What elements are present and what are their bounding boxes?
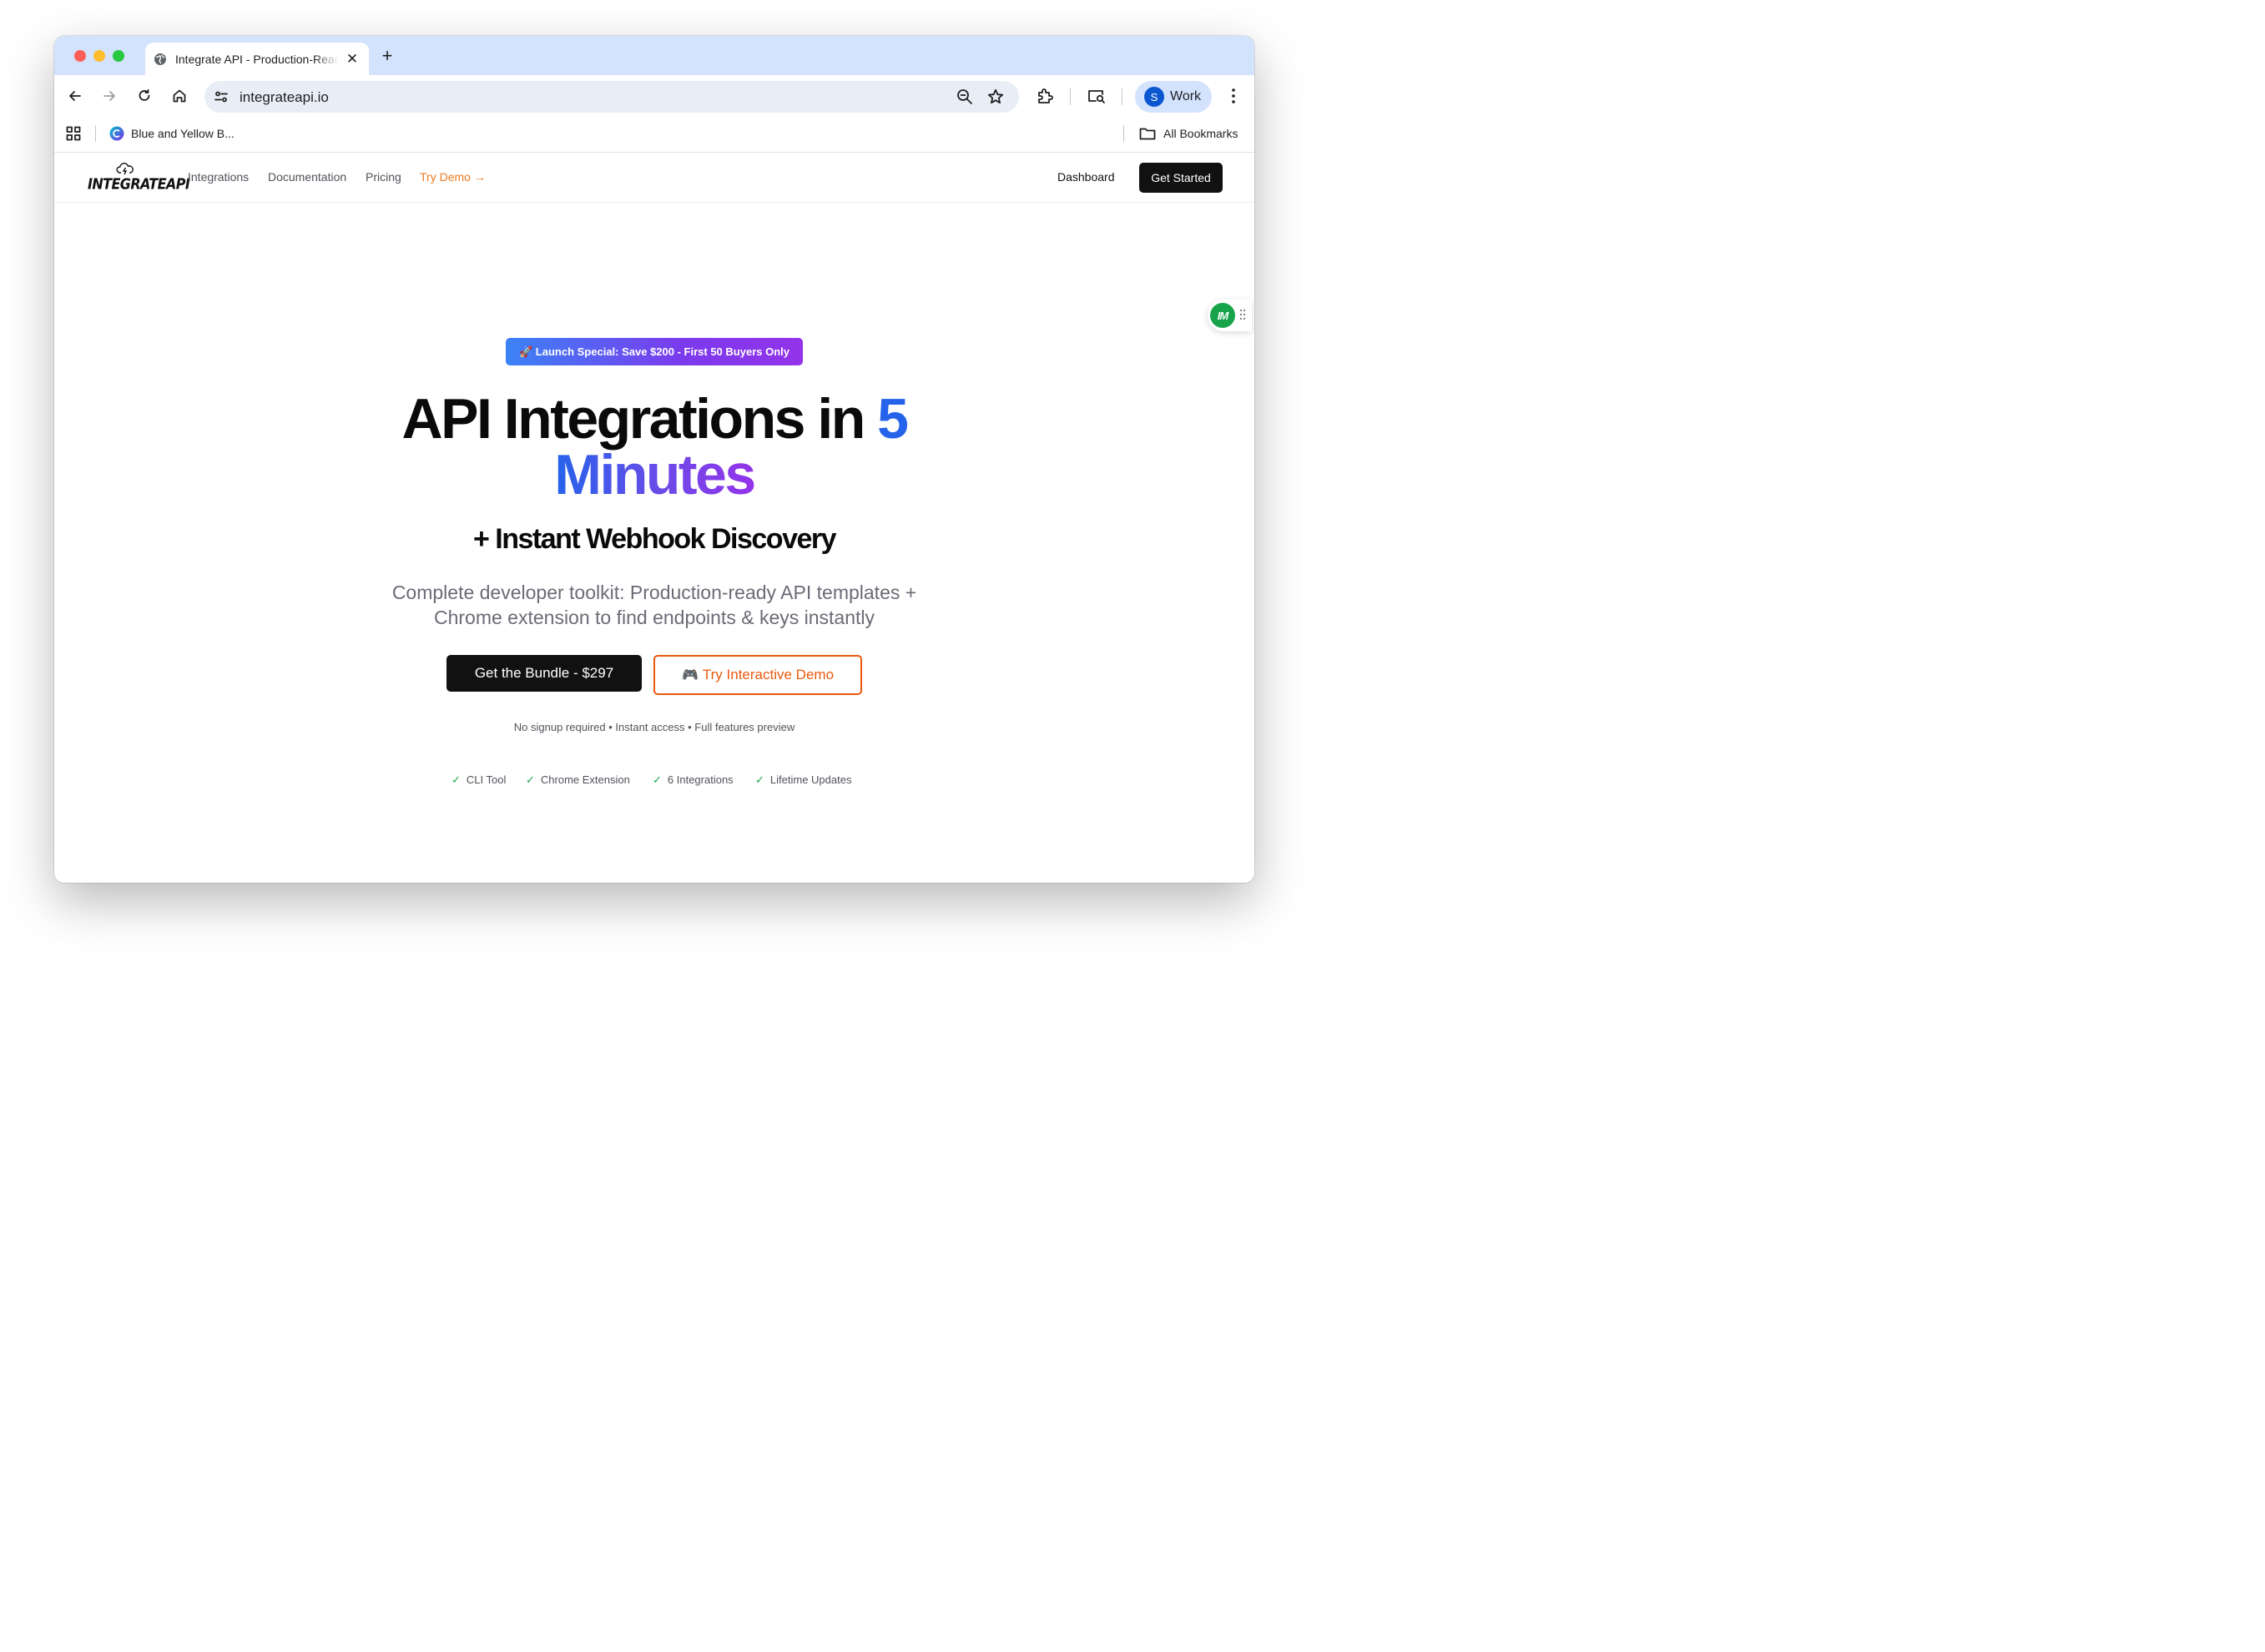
feature-item: ✓ Lifetime Updates <box>755 773 851 787</box>
new-tab-icon[interactable]: + <box>378 45 396 66</box>
all-bookmarks-label: All Bookmarks <box>1163 127 1238 140</box>
nav-integrations[interactable]: Integrations <box>188 170 249 184</box>
bookmark-star-icon[interactable] <box>986 88 1005 106</box>
widget-logo: IM <box>1210 303 1235 328</box>
site-logo[interactable]: INTEGRATEAPI <box>88 161 190 194</box>
bookmark-label: Blue and Yellow B... <box>131 127 235 140</box>
bookmark-divider <box>95 125 96 142</box>
home-icon[interactable] <box>169 85 190 107</box>
extensions-icon[interactable] <box>1034 85 1056 107</box>
hero-title-line2: Minutes <box>54 442 1254 507</box>
more-menu-icon[interactable] <box>1223 85 1244 107</box>
nav-pricing[interactable]: Pricing <box>366 170 401 184</box>
hero-description: Complete developer toolkit: Production-r… <box>391 582 917 628</box>
drag-handle-icon[interactable] <box>1239 309 1246 320</box>
browser-window: Integrate API - Production-Ready API Int… <box>54 36 1254 883</box>
web-page: INTEGRATEAPI Integrations Documentation … <box>54 153 1254 883</box>
feature-label: Lifetime Updates <box>769 773 852 786</box>
back-icon[interactable] <box>64 85 86 107</box>
cloud-bolt-icon <box>116 163 134 175</box>
tab-strip: Integrate API - Production-Ready API Int… <box>54 36 1254 75</box>
forward-icon[interactable] <box>98 85 120 107</box>
url-text: integrateapi.io <box>240 89 329 105</box>
gamepad-icon: 🎮 <box>681 668 699 682</box>
feature-item: ✓ Chrome Extension <box>526 773 630 787</box>
tab-title: Integrate API - Production-Ready API Int… <box>175 52 339 66</box>
tab-search-icon[interactable] <box>1086 85 1107 107</box>
check-icon: ✓ <box>451 773 461 786</box>
site-settings-icon[interactable] <box>212 88 230 106</box>
nav-dashboard[interactable]: Dashboard <box>1057 170 1115 184</box>
maximize-window-button[interactable] <box>113 50 124 62</box>
active-tab[interactable]: Integrate API - Production-Ready API Int… <box>145 43 369 75</box>
hero-subtitle: + Instant Webhook Discovery <box>472 523 837 555</box>
minimize-window-button[interactable] <box>93 50 105 62</box>
logo-text: INTEGRATEAPI <box>88 174 190 194</box>
bookmark-divider <box>1123 125 1124 142</box>
floating-widget[interactable]: IM <box>1208 300 1252 331</box>
apps-grid-icon[interactable] <box>66 126 81 141</box>
address-bar[interactable]: integrateapi.io <box>204 81 1019 113</box>
access-note: No signup required • Instant access • Fu… <box>513 721 795 733</box>
check-icon: ✓ <box>653 773 662 786</box>
hero-title-text: API Integrations in <box>401 387 878 451</box>
globe-icon <box>154 53 166 65</box>
screen: Integrate API - Production-Ready API Int… <box>0 0 1309 953</box>
all-bookmarks-button[interactable]: All Bookmarks <box>1139 124 1238 143</box>
zoom-icon[interactable] <box>956 88 974 106</box>
profile-label: Work <box>1170 89 1202 103</box>
site-navbar: INTEGRATEAPI Integrations Documentation … <box>54 153 1254 203</box>
feature-item: ✓ 6 Integrations <box>653 773 734 787</box>
get-started-button[interactable]: Get Started <box>1139 163 1223 193</box>
folder-icon <box>1139 128 1156 140</box>
profile-button[interactable]: S Work <box>1135 81 1212 113</box>
feature-label: Chrome Extension <box>540 773 630 786</box>
close-window-button[interactable] <box>74 50 86 62</box>
reload-icon[interactable] <box>134 85 155 107</box>
nav-try-demo[interactable]: Try Demo → <box>420 170 486 184</box>
canva-icon <box>109 126 124 141</box>
close-tab-icon[interactable]: ✕ <box>344 51 361 68</box>
bookmark-item[interactable]: Blue and Yellow B... <box>109 124 235 143</box>
check-icon: ✓ <box>526 773 535 786</box>
bookmarks-bar: Blue and Yellow B... All Bookmarks <box>54 116 1254 153</box>
try-demo-button[interactable]: 🎮 Try Interactive Demo <box>653 655 862 695</box>
feature-label: 6 Integrations <box>667 773 734 786</box>
feature-label: CLI Tool <box>466 773 507 786</box>
browser-toolbar: integrateapi.io S Work <box>54 75 1254 116</box>
profile-avatar: S <box>1144 87 1164 107</box>
nav-documentation[interactable]: Documentation <box>268 170 346 184</box>
get-bundle-button[interactable]: Get the Bundle - $297 <box>446 655 642 692</box>
feature-item: ✓ CLI Tool <box>451 773 506 787</box>
hero-title-minutes: Minutes <box>554 443 756 506</box>
try-demo-label: Try Interactive Demo <box>702 667 835 682</box>
toolbar-divider <box>1070 88 1071 105</box>
check-icon: ✓ <box>755 773 764 786</box>
launch-special-badge: 🚀 Launch Special: Save $200 - First 50 B… <box>506 338 803 365</box>
hero-title-number: 5 <box>877 387 909 451</box>
